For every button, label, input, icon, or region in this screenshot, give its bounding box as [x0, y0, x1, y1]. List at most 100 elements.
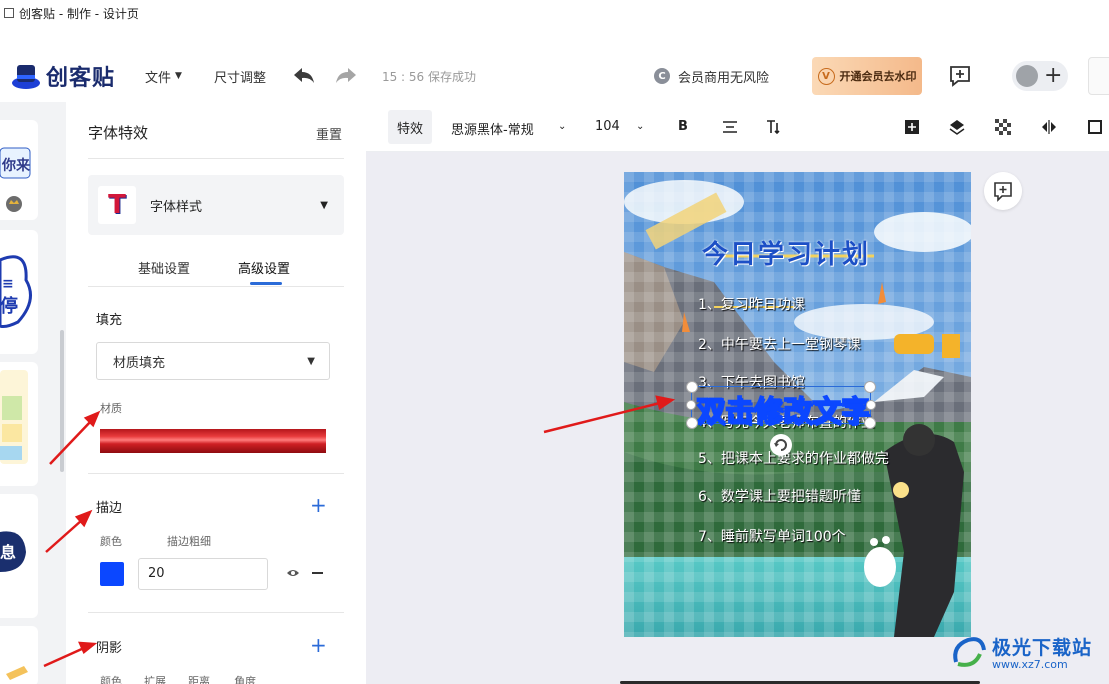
- font-style-label: 字体样式: [150, 199, 203, 215]
- shadow-col-distance: 距离: [188, 675, 210, 684]
- copyright-c-icon: C: [654, 68, 670, 84]
- vip-button-label: 开通会员去水印: [839, 70, 917, 83]
- resize-handle[interactable]: [864, 381, 876, 393]
- watermark-name: 极光下载站: [992, 637, 1093, 659]
- poster-item-2[interactable]: 2、中午要去上一堂钢琴课: [698, 334, 861, 354]
- font-family-select[interactable]: 思源黑体-常规: [451, 119, 534, 138]
- shadow-col-spread: 扩展: [144, 675, 166, 684]
- tab-advanced-settings[interactable]: 高级设置: [238, 258, 290, 277]
- file-menu-label: 文件: [145, 70, 172, 86]
- stroke-color-swatch[interactable]: [100, 562, 124, 586]
- add-collaborator-icon[interactable]: +: [1044, 65, 1062, 87]
- resize-handle[interactable]: [866, 400, 876, 410]
- file-menu[interactable]: 文件 ▼: [145, 67, 182, 86]
- watermark-logo: 极光下载站 www.xz7.com: [948, 632, 1092, 672]
- watermark-swirl-icon: [953, 637, 986, 667]
- tab-basic-settings[interactable]: 基础设置: [138, 258, 190, 277]
- add-layer-icon[interactable]: [904, 119, 920, 135]
- selected-text[interactable]: 双击修改文字: [695, 388, 871, 430]
- caret-down-icon: ▼: [307, 355, 315, 367]
- effects-button[interactable]: 特效: [388, 110, 432, 144]
- poster-title[interactable]: 今日学习计划: [702, 234, 870, 271]
- top-bar: 创客贴 文件 ▼ 尺寸调整 15 : 56 保存成功 C 会员商用无风险 V 开…: [0, 50, 1109, 102]
- caret-down-icon: ▼: [320, 199, 328, 211]
- layers-icon[interactable]: [949, 119, 965, 135]
- resize-handle[interactable]: [686, 381, 698, 393]
- svg-text:停: 停: [0, 295, 18, 317]
- text-selection-box[interactable]: 双击修改文字: [686, 381, 876, 429]
- poster-item-7[interactable]: 7、睡前默写单词100个: [698, 526, 846, 546]
- line-height-icon[interactable]: [766, 119, 782, 135]
- resize-handle[interactable]: [864, 417, 876, 429]
- window-titlebar: 创客贴 - 制作 - 设计页: [0, 0, 1109, 26]
- shadow-col-color: 颜色: [100, 675, 122, 684]
- fill-section-label: 填充: [96, 313, 123, 328]
- vip-icon: V: [817, 67, 835, 85]
- active-tab-indicator: [250, 282, 282, 285]
- add-shadow-icon[interactable]: +: [310, 635, 327, 655]
- template-thumb-1[interactable]: 你来: [0, 120, 38, 220]
- poster-item-6[interactable]: 6、数学课上要把错题听懂: [698, 486, 861, 506]
- comment-plus-icon[interactable]: [948, 65, 972, 87]
- poster-item-1[interactable]: 1、复习昨日功课: [698, 294, 805, 314]
- stroke-width-input[interactable]: 20: [138, 558, 268, 590]
- material-swatch[interactable]: [100, 429, 326, 453]
- collaborators[interactable]: +: [1012, 61, 1068, 91]
- resize-handle[interactable]: [686, 400, 696, 410]
- poster-canvas[interactable]: 今日学习计划 1、复习昨日功课 2、中午要去上一堂钢琴课 3、下午去图书馆 4、…: [624, 172, 971, 637]
- shadow-col-angle: 角度: [234, 675, 256, 684]
- divider: [88, 612, 344, 613]
- bold-icon[interactable]: B: [678, 119, 688, 134]
- settings-tabs: 基础设置 高级设置: [88, 258, 344, 286]
- canvas-toolbar: 特效 思源黑体-常规 ⌄ 104 ⌄ B: [366, 102, 1109, 152]
- canvas-area[interactable]: 今日学习计划 1、复习昨日功课 2、中午要去上一堂钢琴课 3、下午去图书馆 4、…: [366, 152, 1109, 684]
- commercial-badge[interactable]: C 会员商用无风险: [654, 67, 769, 86]
- panel-title: 字体特效: [88, 124, 149, 142]
- commercial-text: 会员商用无风险: [678, 70, 770, 86]
- remove-stroke-icon[interactable]: [312, 572, 323, 574]
- chevron-down-icon[interactable]: ⌄: [636, 121, 644, 132]
- crop-icon[interactable]: [1087, 119, 1103, 135]
- flip-icon[interactable]: [1041, 119, 1057, 135]
- strip-scrollbar[interactable]: [60, 330, 64, 472]
- fill-type-value: 材质填充: [113, 355, 166, 371]
- watermark-url: www.xz7.com: [992, 658, 1068, 671]
- resize-menu[interactable]: 尺寸调整: [214, 67, 266, 86]
- stroke-width-label: 描边粗细: [167, 535, 211, 548]
- logo[interactable]: 创客贴: [10, 60, 115, 92]
- poster-item-5[interactable]: 5、把课本上要求的作业都做完: [698, 448, 889, 468]
- font-size-select[interactable]: 104: [595, 119, 620, 134]
- svg-text:息: 息: [0, 543, 16, 562]
- add-stroke-icon[interactable]: +: [310, 495, 327, 515]
- resize-handle[interactable]: [686, 417, 698, 429]
- vip-remove-watermark-button[interactable]: V 开通会员去水印: [812, 57, 922, 95]
- reset-button[interactable]: 重置: [316, 124, 342, 143]
- divider: [88, 473, 344, 474]
- divider: [88, 286, 344, 287]
- template-thumb-3[interactable]: [0, 362, 38, 486]
- save-status: 15 : 56 保存成功: [381, 69, 476, 84]
- add-comment-icon[interactable]: [984, 172, 1022, 210]
- download-button[interactable]: [1088, 57, 1109, 95]
- caret-down-icon: ▼: [175, 71, 182, 81]
- template-thumb-2[interactable]: ≡ 停: [0, 230, 38, 354]
- rotate-icon[interactable]: [770, 434, 792, 456]
- template-thumb-5[interactable]: [0, 626, 38, 684]
- chevron-down-icon[interactable]: ⌄: [558, 121, 566, 132]
- material-label: 材质: [100, 402, 122, 415]
- redo-icon[interactable]: [334, 66, 358, 86]
- logo-text: 创客贴: [46, 66, 116, 91]
- fill-type-select[interactable]: 材质填充 ▼: [96, 342, 330, 380]
- align-center-icon[interactable]: [722, 119, 738, 135]
- logo-hat-icon: [12, 65, 40, 89]
- resize-menu-label: 尺寸调整: [213, 70, 266, 86]
- template-thumb-4[interactable]: 息: [0, 494, 38, 618]
- undo-icon[interactable]: [292, 66, 316, 86]
- transparency-icon[interactable]: [995, 119, 1011, 135]
- eye-icon[interactable]: [286, 568, 300, 578]
- font-style-thumbnail: T: [98, 186, 136, 224]
- avatar: [1016, 65, 1038, 87]
- font-style-dropdown[interactable]: T 字体样式 ▼: [88, 175, 344, 235]
- svg-text:≡: ≡: [2, 276, 14, 292]
- stroke-color-label: 颜色: [100, 535, 122, 548]
